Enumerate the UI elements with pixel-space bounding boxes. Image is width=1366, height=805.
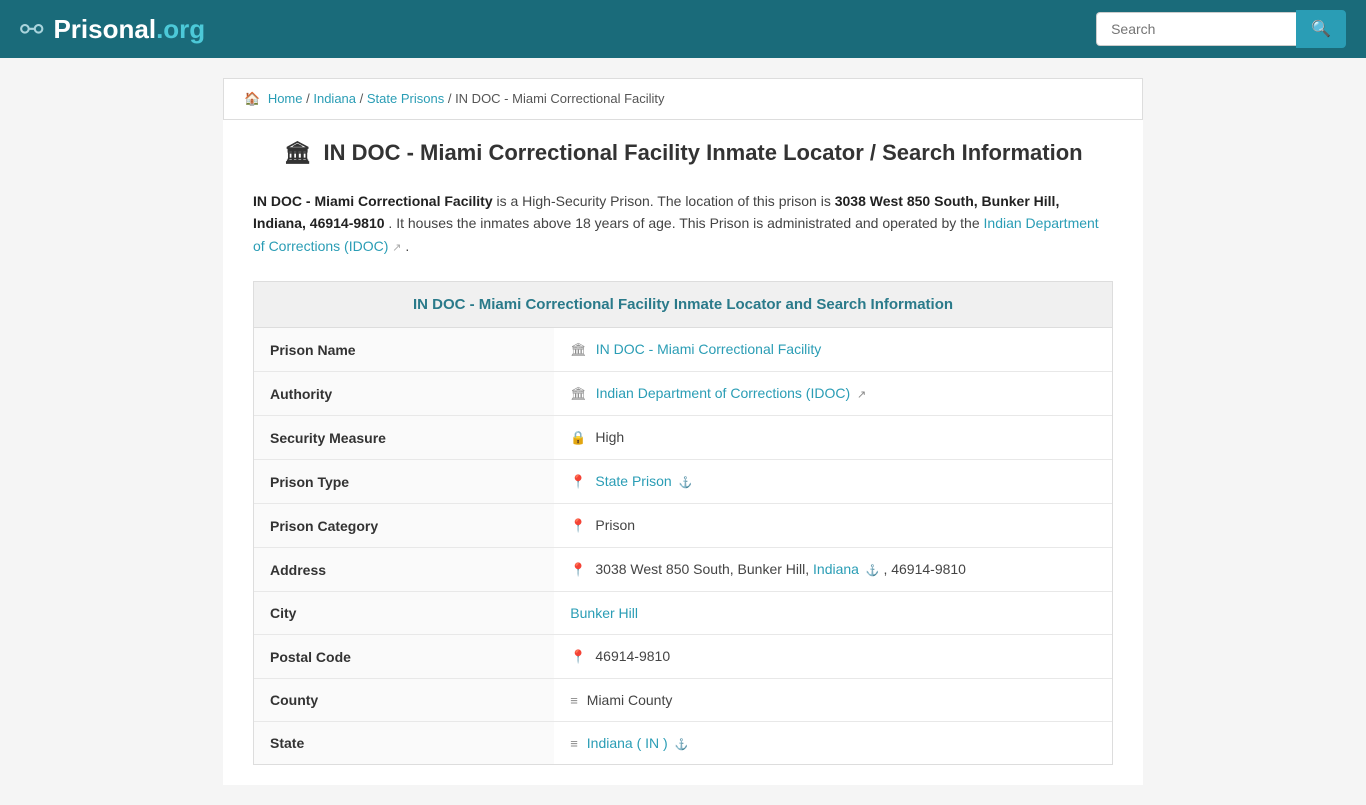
value-postal: 📍 46914-9810 bbox=[554, 635, 1112, 679]
breadcrumb-current: IN DOC - Miami Correctional Facility bbox=[455, 91, 664, 106]
logo-org: .org bbox=[156, 14, 205, 44]
desc-text3: . bbox=[405, 238, 409, 254]
value-prison-type: 📍 State Prison ⚓ bbox=[554, 460, 1112, 504]
table-row: City Bunker Hill bbox=[254, 592, 1112, 635]
prison-type-link[interactable]: State Prison bbox=[595, 473, 671, 489]
label-county: County bbox=[254, 679, 554, 722]
table-row: Authority 🏛 Indian Department of Correct… bbox=[254, 372, 1112, 416]
main-container: 🏠 Home / Indiana / State Prisons / IN DO… bbox=[223, 78, 1143, 785]
address-icon: 📍 bbox=[570, 562, 586, 577]
state-icon: ≡ bbox=[570, 736, 578, 751]
table-row: Prison Type 📍 State Prison ⚓ bbox=[254, 460, 1112, 504]
prison-type-anchor-icon: ⚓ bbox=[679, 477, 693, 489]
label-address: Address bbox=[254, 548, 554, 592]
table-row: Address 📍 3038 West 850 South, Bunker Hi… bbox=[254, 548, 1112, 592]
table-row: Prison Category 📍 Prison bbox=[254, 504, 1112, 548]
address-after: , 46914-9810 bbox=[883, 561, 966, 577]
label-city: City bbox=[254, 592, 554, 635]
label-state: State bbox=[254, 722, 554, 765]
value-state: ≡ Indiana ( IN ) ⚓ bbox=[554, 722, 1112, 765]
table-row: Postal Code 📍 46914-9810 bbox=[254, 635, 1112, 679]
ext-link-icon: ↗ bbox=[392, 242, 401, 254]
city-link[interactable]: Bunker Hill bbox=[570, 605, 638, 621]
desc-text1: is a High-Security Prison. The location … bbox=[497, 193, 835, 209]
label-prison-type: Prison Type bbox=[254, 460, 554, 504]
table-row: Security Measure 🔒 High bbox=[254, 416, 1112, 460]
authority-icon: 🏛 bbox=[570, 386, 587, 401]
security-icon: 🔒 bbox=[570, 430, 586, 445]
breadcrumb-indiana[interactable]: Indiana bbox=[313, 91, 356, 106]
value-county: ≡ Miami County bbox=[554, 679, 1112, 722]
breadcrumb-sep2: / bbox=[360, 91, 367, 106]
value-authority: 🏛 Indian Department of Corrections (IDOC… bbox=[554, 372, 1112, 416]
site-logo[interactable]: Prisonal.org bbox=[53, 14, 205, 45]
info-section: IN DOC - Miami Correctional Facility Inm… bbox=[253, 281, 1113, 765]
prison-name-link[interactable]: IN DOC - Miami Correctional Facility bbox=[596, 341, 822, 357]
table-row: County ≡ Miami County bbox=[254, 679, 1112, 722]
security-value: High bbox=[595, 429, 624, 445]
info-section-header: IN DOC - Miami Correctional Facility Inm… bbox=[254, 282, 1112, 328]
site-header: ⚯ Prisonal.org 🔍 bbox=[0, 0, 1366, 58]
prison-cat-icon: 📍 bbox=[570, 518, 586, 533]
breadcrumb-sep3: / bbox=[448, 91, 455, 106]
page-title: 🏛 IN DOC - Miami Correctional Facility I… bbox=[253, 140, 1113, 166]
label-security: Security Measure bbox=[254, 416, 554, 460]
value-city: Bunker Hill bbox=[554, 592, 1112, 635]
authority-table-link[interactable]: Indian Department of Corrections (IDOC) bbox=[596, 385, 850, 401]
content-area: 🏛 IN DOC - Miami Correctional Facility I… bbox=[223, 120, 1143, 785]
search-area: 🔍 bbox=[1096, 10, 1346, 48]
address-before: 3038 West 850 South, Bunker Hill, bbox=[595, 561, 813, 577]
county-icon: ≡ bbox=[570, 693, 578, 708]
state-link[interactable]: Indiana ( IN ) bbox=[587, 735, 668, 751]
county-value: Miami County bbox=[587, 692, 673, 708]
breadcrumb: 🏠 Home / Indiana / State Prisons / IN DO… bbox=[223, 78, 1143, 120]
value-prison-name: 🏛 IN DOC - Miami Correctional Facility bbox=[554, 328, 1112, 372]
desc-text2: . It houses the inmates above 18 years o… bbox=[388, 215, 983, 231]
indiana-link[interactable]: Indiana bbox=[813, 561, 859, 577]
value-security: 🔒 High bbox=[554, 416, 1112, 460]
prison-type-icon: 📍 bbox=[570, 474, 586, 489]
postal-value: 46914-9810 bbox=[595, 648, 670, 664]
label-postal: Postal Code bbox=[254, 635, 554, 679]
logo-prisonal: Prisonal bbox=[53, 14, 156, 44]
label-prison-name: Prison Name bbox=[254, 328, 554, 372]
prison-category-value: Prison bbox=[595, 517, 635, 533]
prison-name-icon: 🏛 bbox=[570, 342, 587, 357]
description: IN DOC - Miami Correctional Facility is … bbox=[253, 190, 1113, 257]
facility-name-bold: IN DOC - Miami Correctional Facility bbox=[253, 193, 493, 209]
breadcrumb-state-prisons[interactable]: State Prisons bbox=[367, 91, 444, 106]
indiana-anchor-icon: ⚓ bbox=[866, 565, 880, 577]
home-icon: 🏠 bbox=[244, 91, 260, 106]
search-input[interactable] bbox=[1096, 12, 1296, 46]
value-address: 📍 3038 West 850 South, Bunker Hill, Indi… bbox=[554, 548, 1112, 592]
table-row: State ≡ Indiana ( IN ) ⚓ bbox=[254, 722, 1112, 765]
search-button[interactable]: 🔍 bbox=[1296, 10, 1346, 48]
label-prison-category: Prison Category bbox=[254, 504, 554, 548]
label-authority: Authority bbox=[254, 372, 554, 416]
building-icon: 🏛 bbox=[283, 140, 311, 165]
logo-icon: ⚯ bbox=[20, 13, 43, 46]
search-icon: 🔍 bbox=[1311, 21, 1331, 38]
postal-icon: 📍 bbox=[570, 649, 586, 664]
page-title-text: IN DOC - Miami Correctional Facility Inm… bbox=[323, 140, 1082, 165]
authority-ext-icon: ↗ bbox=[857, 389, 866, 401]
value-prison-category: 📍 Prison bbox=[554, 504, 1112, 548]
state-anchor-icon: ⚓ bbox=[675, 739, 689, 751]
table-row: Prison Name 🏛 IN DOC - Miami Correctiona… bbox=[254, 328, 1112, 372]
breadcrumb-home[interactable]: Home bbox=[268, 91, 303, 106]
logo-area: ⚯ Prisonal.org bbox=[20, 13, 205, 46]
info-table: Prison Name 🏛 IN DOC - Miami Correctiona… bbox=[254, 328, 1112, 764]
